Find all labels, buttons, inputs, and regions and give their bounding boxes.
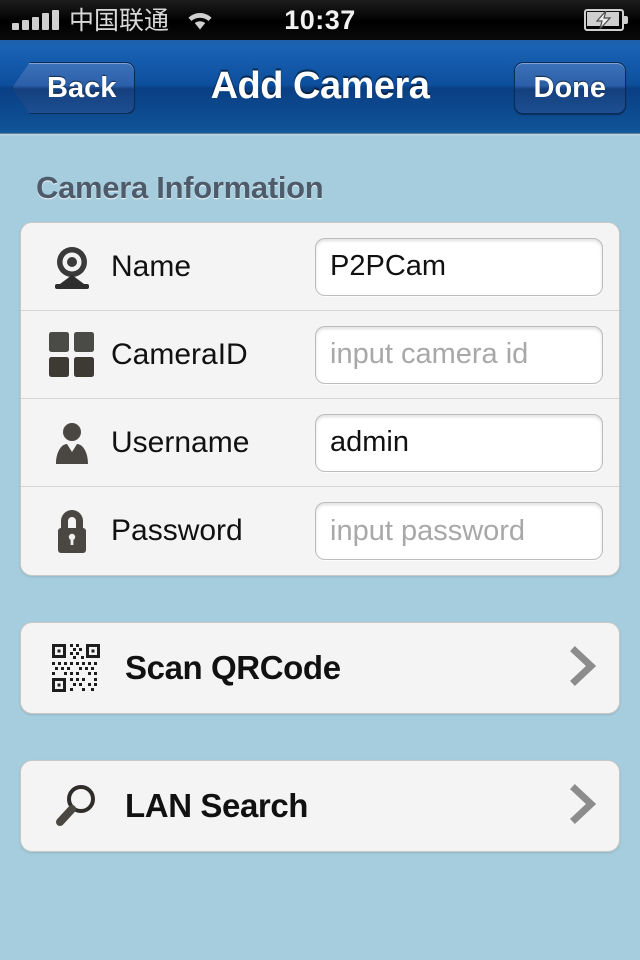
chevron-right-icon [569,644,597,693]
name-input[interactable]: P2PCam [315,237,603,296]
magnifier-icon [47,780,105,832]
form-row-username[interactable]: Username admin [21,399,619,487]
form-label-camera-id: CameraID [111,337,248,371]
status-bar: 中国联通 10:37 [0,0,640,40]
form-label-username: Username [111,425,250,459]
done-button[interactable]: Done [513,62,626,114]
form-label-password: Password [111,514,243,547]
app-screen: 中国联通 10:37 Back Add Camera Done Camera I… [0,0,640,960]
section-header-camera-information: Camera Information [36,170,324,205]
form-label-name: Name [111,249,192,283]
person-icon [43,419,101,467]
password-input[interactable]: input password [315,502,603,560]
username-input[interactable]: admin [315,413,603,472]
qrcode-icon [47,642,105,694]
battery-charging-icon [584,9,628,31]
chevron-right-icon [569,782,597,831]
content-area: Camera Information Name P2PCam CameraID … [0,134,640,852]
form-row-password[interactable]: Password input password [21,487,619,575]
camera-id-input[interactable]: input camera id [315,325,603,384]
scan-qrcode-button[interactable]: Scan QRCode [20,622,620,714]
navigation-bar: Back Add Camera Done [0,40,640,136]
clock-label: 10:37 [284,5,356,35]
scan-qrcode-label: Scan QRCode [125,649,341,686]
lan-search-button[interactable]: LAN Search [20,760,620,852]
lock-icon [43,506,101,556]
form-row-name[interactable]: Name P2PCam [21,223,619,311]
grid-icon [43,331,101,379]
done-button-label: Done [533,71,607,104]
form-row-camera-id[interactable]: CameraID input camera id [21,311,619,399]
camera-information-card: Name P2PCam CameraID input camera id Use… [20,222,620,576]
webcam-icon [43,242,101,292]
lan-search-label: LAN Search [125,787,309,824]
